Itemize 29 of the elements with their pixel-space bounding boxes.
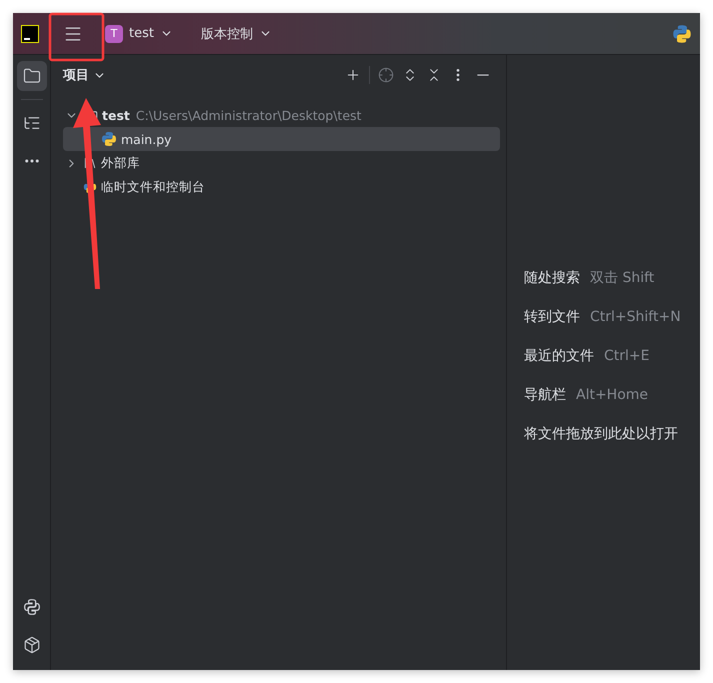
project-avatar: T	[105, 24, 123, 42]
folder-path: C:\Users\Administrator\Desktop\test	[136, 108, 362, 122]
project-switcher[interactable]: T test	[99, 24, 179, 42]
hint-shortcut: 双击 Shift	[590, 268, 654, 286]
hint-label: 随处搜索	[524, 268, 580, 286]
vcs-menu[interactable]: 版本控制	[194, 24, 278, 42]
hint-label: 转到文件	[524, 308, 580, 326]
panel-title[interactable]: 项目	[63, 66, 106, 84]
hint-label: 将文件拖放到此处以打开	[524, 424, 678, 442]
hint-label: 最近的文件	[524, 346, 594, 364]
crosshair-icon[interactable]	[378, 67, 394, 83]
packages-icon[interactable]	[22, 636, 40, 654]
hint-shortcut: Alt+Home	[576, 386, 648, 402]
tree-label: main.py	[121, 132, 172, 146]
add-icon[interactable]	[345, 67, 361, 83]
tree-label: test	[102, 108, 130, 122]
tree-label: 临时文件和控制台	[101, 178, 205, 196]
hint-shortcut: Ctrl+E	[604, 348, 650, 364]
python-icon	[101, 131, 117, 147]
tree-row[interactable]: main.py	[63, 127, 500, 151]
python-logo-icon	[672, 24, 692, 44]
highlight-frame	[48, 12, 104, 62]
folder-icon[interactable]	[16, 61, 46, 91]
hint-shortcut: Ctrl+Shift+N	[590, 308, 681, 324]
project-name: test	[129, 26, 154, 41]
tree-label: 外部库	[101, 154, 140, 172]
app-logo-icon	[21, 24, 39, 42]
python-console-icon[interactable]	[22, 598, 40, 616]
hint-label: 导航栏	[524, 386, 566, 404]
